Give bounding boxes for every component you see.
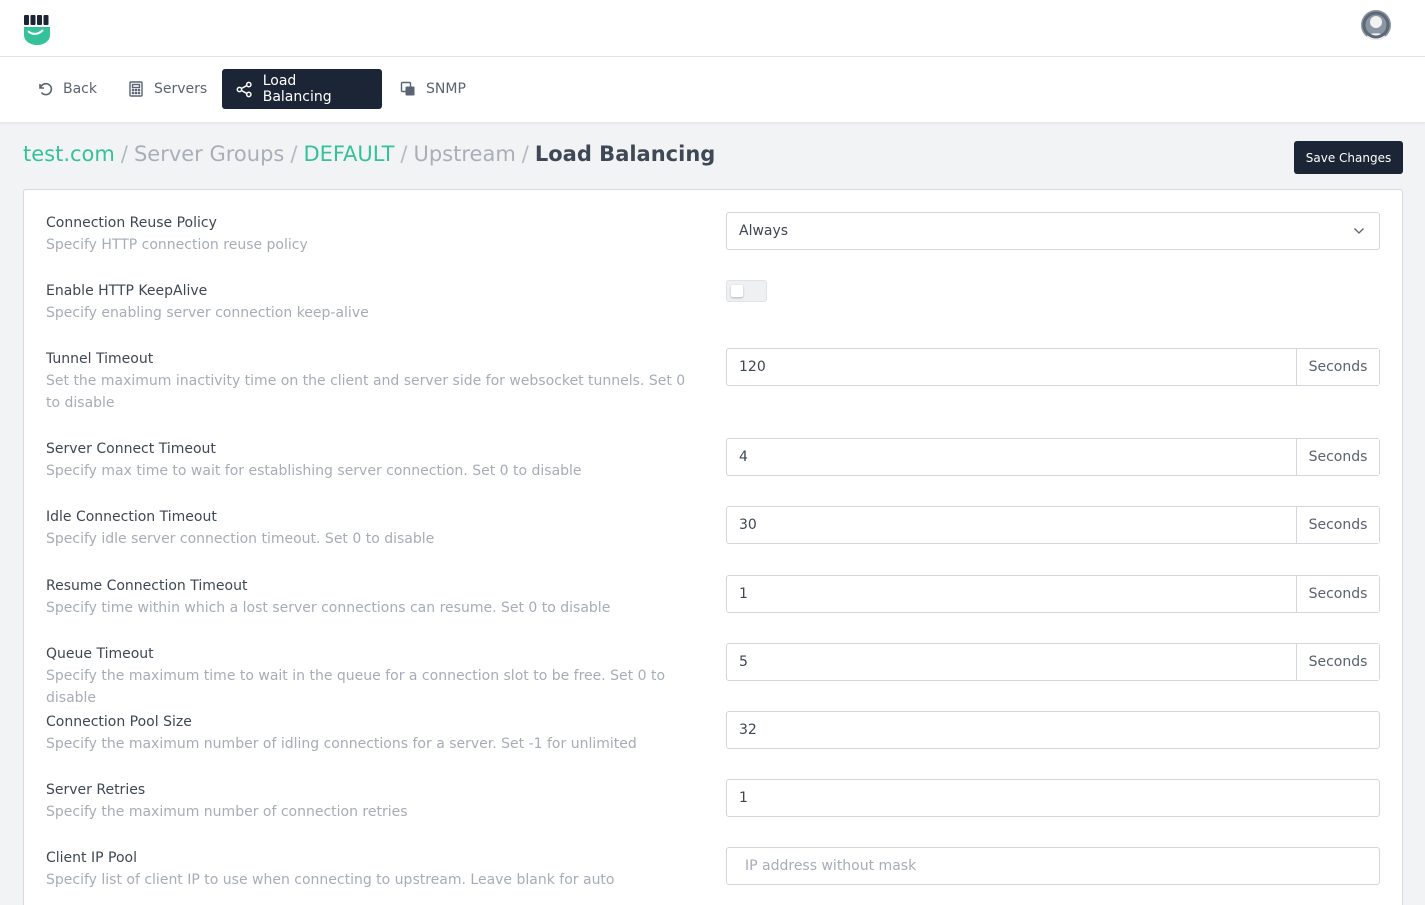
breadcrumb-group[interactable]: DEFAULT [303,142,394,166]
nav-back-label: Back [63,81,97,97]
setting-description: Specify idle server connection timeout. … [46,531,435,547]
setting-description: Specify HTTP connection reuse policy [46,237,308,253]
nav-load-balancing-label: Load Balancing [262,73,332,105]
setting-title: Resume Connection Timeout [46,578,248,594]
setting-description: Specify max time to wait for establishin… [46,463,582,479]
top-bar [0,0,1425,57]
nav-bar: Back Servers Load Balancing SNMP [0,57,1425,123]
settings-card: Connection Reuse Policy Specify HTTP con… [23,189,1403,905]
setting-title: Connection Pool Size [46,714,192,730]
user-avatar-icon[interactable] [1361,10,1391,40]
breadcrumb-domain[interactable]: test.com [23,142,115,166]
unit-addon: Seconds [1296,507,1379,543]
setting-description: Specify enabling server connection keep-… [46,305,369,321]
server-retries-input[interactable]: 1 [727,780,1379,816]
unit-addon: Seconds [1296,644,1379,680]
client-ip-pool-input[interactable]: IP address without mask [726,847,1380,885]
setting-title: Tunnel Timeout [46,351,154,367]
keepalive-toggle[interactable] [726,280,767,302]
setting-title: Idle Connection Timeout [46,509,217,525]
breadcrumb: test.com / Server Groups / DEFAULT / Upstream /… [23,142,715,166]
breadcrumb-upstream[interactable]: Upstream [413,142,515,166]
setting-title: Enable HTTP KeepAlive [46,283,208,299]
connection-reuse-select[interactable]: Always [726,212,1380,250]
chevron-down-icon [1354,228,1364,234]
queue-timeout-input[interactable]: 5 [727,644,1296,680]
connection-pool-size-input[interactable]: 32 [727,712,1379,748]
setting-title: Queue Timeout [46,646,154,662]
setting-title: Connection Reuse Policy [46,215,217,231]
resume-connection-timeout-input[interactable]: 1 [727,576,1296,612]
nav-snmp-label: SNMP [426,81,466,97]
setting-description: Specify time within which a lost server … [46,600,611,616]
setting-description: Specify list of client IP to use when co… [46,872,615,888]
unit-addon: Seconds [1296,576,1379,612]
calculator-icon [129,81,143,97]
setting-description: Specify the maximum number of idling con… [46,736,637,752]
breadcrumb-server-groups[interactable]: Server Groups [134,142,284,166]
undo-icon [39,82,53,96]
fist-logo-icon[interactable] [23,14,51,46]
breadcrumb-separator: / [290,142,298,166]
unit-addon: Seconds [1296,349,1379,385]
input-placeholder: IP address without mask [745,858,917,874]
breadcrumb-separator: / [521,142,529,166]
nav-servers-label: Servers [154,81,208,97]
share-icon [236,81,252,97]
breadcrumb-separator: / [120,142,128,166]
nav-back[interactable]: Back [23,69,111,109]
setting-title: Client IP Pool [46,850,137,866]
nav-servers[interactable]: Servers [114,69,221,109]
setting-title: Server Retries [46,782,146,798]
layers-icon [400,81,415,96]
unit-addon: Seconds [1296,439,1379,475]
idle-connection-timeout-input[interactable]: 30 [727,507,1296,543]
page-title: Load Balancing [534,142,716,166]
nav-snmp[interactable]: SNMP [386,69,480,109]
toggle-knob [731,285,743,297]
select-value: Always [739,223,789,239]
server-connect-timeout-input[interactable]: 4 [727,439,1296,475]
save-changes-button[interactable]: Save Changes [1294,141,1403,174]
setting-description: Specify the maximum number of connection… [46,804,408,820]
setting-title: Server Connect Timeout [46,441,216,457]
setting-description: Set the maximum inactivity time on the c… [46,373,686,411]
tunnel-timeout-input[interactable]: 120 [727,349,1296,385]
breadcrumb-separator: / [400,142,408,166]
nav-load-balancing[interactable]: Load Balancing [222,69,382,109]
setting-description: Specify the maximum time to wait in the … [46,668,666,706]
